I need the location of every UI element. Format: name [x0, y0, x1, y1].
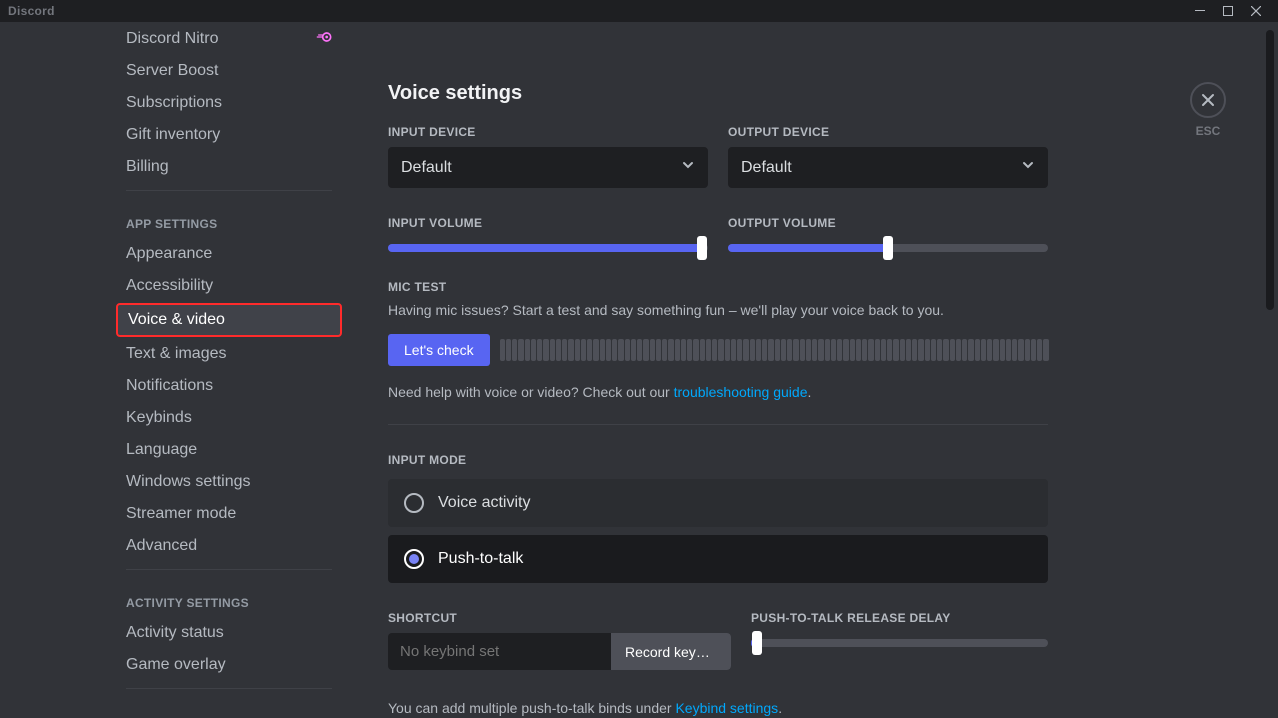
- minimize-button[interactable]: [1186, 0, 1214, 22]
- sidebar-header-app: APP SETTINGS: [116, 199, 342, 237]
- input-mode-label: INPUT MODE: [388, 453, 1048, 467]
- input-volume-label: INPUT VOLUME: [388, 216, 708, 230]
- record-keybind-button[interactable]: Record keybi...: [611, 633, 731, 670]
- sidebar-item-label: Keybinds: [126, 409, 192, 427]
- sidebar-item-label: Discord Nitro: [126, 30, 218, 48]
- sidebar-item-keybinds[interactable]: Keybinds: [116, 403, 342, 433]
- close-label: ESC: [1190, 124, 1226, 138]
- mic-test-label: MIC TEST: [388, 280, 1048, 294]
- sidebar-item-advanced[interactable]: Advanced: [116, 531, 342, 561]
- radio-label: Push-to-talk: [438, 550, 523, 568]
- sidebar-item-gift-inventory[interactable]: Gift inventory: [116, 120, 342, 150]
- output-device-select[interactable]: Default: [728, 147, 1048, 188]
- shortcut-input[interactable]: [388, 633, 611, 670]
- help-text: Need help with voice or video? Check out…: [388, 384, 1048, 400]
- sidebar-item-text-images[interactable]: Text & images: [116, 339, 342, 369]
- sidebar-item-label: Billing: [126, 158, 169, 176]
- sidebar-item-appearance[interactable]: Appearance: [116, 239, 342, 269]
- sidebar-item-label: Streamer mode: [126, 505, 236, 523]
- radio-icon: [404, 493, 424, 513]
- chevron-down-icon: [681, 158, 695, 177]
- sidebar-item-subscriptions[interactable]: Subscriptions: [116, 88, 342, 118]
- titlebar-brand: Discord: [8, 4, 55, 18]
- page-title: Voice settings: [388, 82, 1048, 105]
- sidebar-item-billing[interactable]: Billing: [116, 152, 342, 182]
- ptt-delay-label: PUSH-TO-TALK RELEASE DELAY: [751, 611, 1048, 625]
- sidebar-item-label: Game overlay: [126, 656, 226, 674]
- sidebar-item-label: Accessibility: [126, 277, 213, 295]
- radio-icon: [404, 549, 424, 569]
- sidebar-item-label: Gift inventory: [126, 126, 220, 144]
- settings-content: ESC Voice settings INPUT DEVICE Default …: [348, 22, 1278, 718]
- shortcut-label: SHORTCUT: [388, 611, 731, 625]
- input-volume-slider[interactable]: [388, 244, 708, 252]
- sidebar-divider: [126, 190, 332, 191]
- sidebar-item-windows-settings[interactable]: Windows settings: [116, 467, 342, 497]
- output-volume-slider[interactable]: [728, 244, 1048, 252]
- output-device-label: OUTPUT DEVICE: [728, 125, 1048, 139]
- input-device-value: Default: [401, 159, 452, 177]
- mic-test-desc: Having mic issues? Start a test and say …: [388, 302, 1048, 318]
- scrollbar[interactable]: [1266, 30, 1274, 310]
- troubleshooting-link[interactable]: troubleshooting guide: [674, 384, 808, 400]
- input-mode-push-to-talk[interactable]: Push-to-talk: [388, 535, 1048, 583]
- sidebar-divider: [126, 569, 332, 570]
- output-volume-label: OUTPUT VOLUME: [728, 216, 1048, 230]
- sidebar-item-label: Voice & video: [128, 311, 225, 329]
- sidebar-item-language[interactable]: Language: [116, 435, 342, 465]
- close-window-button[interactable]: [1242, 0, 1270, 22]
- sidebar-item-voice-video[interactable]: Voice & video: [116, 303, 342, 337]
- titlebar: Discord: [0, 0, 1278, 22]
- input-device-label: INPUT DEVICE: [388, 125, 708, 139]
- sidebar-item-label: Text & images: [126, 345, 226, 363]
- input-mode-voice-activity[interactable]: Voice activity: [388, 479, 1048, 527]
- keybind-note: You can add multiple push-to-talk binds …: [388, 700, 1048, 716]
- maximize-button[interactable]: [1214, 0, 1242, 22]
- slider-thumb[interactable]: [697, 236, 707, 260]
- settings-sidebar: Discord Nitro Server Boost Subscriptions Gi…: [116, 22, 348, 718]
- sidebar-item-activity-status[interactable]: Activity status: [116, 618, 342, 648]
- chevron-down-icon: [1021, 158, 1035, 177]
- sidebar-item-label: Windows settings: [126, 473, 251, 491]
- sidebar-item-label: Server Boost: [126, 62, 218, 80]
- output-device-value: Default: [741, 159, 792, 177]
- radio-label: Voice activity: [438, 494, 530, 512]
- sidebar-item-accessibility[interactable]: Accessibility: [116, 271, 342, 301]
- sidebar-item-label: Advanced: [126, 537, 197, 555]
- mic-test-button[interactable]: Let's check: [388, 334, 490, 366]
- sidebar-item-label: Language: [126, 441, 197, 459]
- ptt-delay-slider[interactable]: [751, 639, 1048, 647]
- sidebar-item-notifications[interactable]: Notifications: [116, 371, 342, 401]
- sidebar-item-streamer-mode[interactable]: Streamer mode: [116, 499, 342, 529]
- sidebar-item-label: Activity status: [126, 624, 224, 642]
- nitro-icon: [316, 30, 332, 48]
- input-device-select[interactable]: Default: [388, 147, 708, 188]
- slider-thumb[interactable]: [883, 236, 893, 260]
- sidebar-item-game-overlay[interactable]: Game overlay: [116, 650, 342, 680]
- keybind-settings-link[interactable]: Keybind settings: [675, 700, 778, 716]
- sidebar-item-label: Notifications: [126, 377, 213, 395]
- sidebar-header-activity: ACTIVITY SETTINGS: [116, 578, 342, 616]
- sidebar-item-server-boost[interactable]: Server Boost: [116, 56, 342, 86]
- sidebar-item-label: Subscriptions: [126, 94, 222, 112]
- slider-thumb[interactable]: [752, 631, 762, 655]
- divider: [388, 424, 1048, 425]
- sidebar-item-label: Appearance: [126, 245, 212, 263]
- sidebar-item-discord-nitro[interactable]: Discord Nitro: [116, 24, 342, 54]
- sidebar-divider: [126, 688, 332, 689]
- close-settings-button[interactable]: [1190, 82, 1226, 118]
- mic-meter: [500, 339, 1048, 361]
